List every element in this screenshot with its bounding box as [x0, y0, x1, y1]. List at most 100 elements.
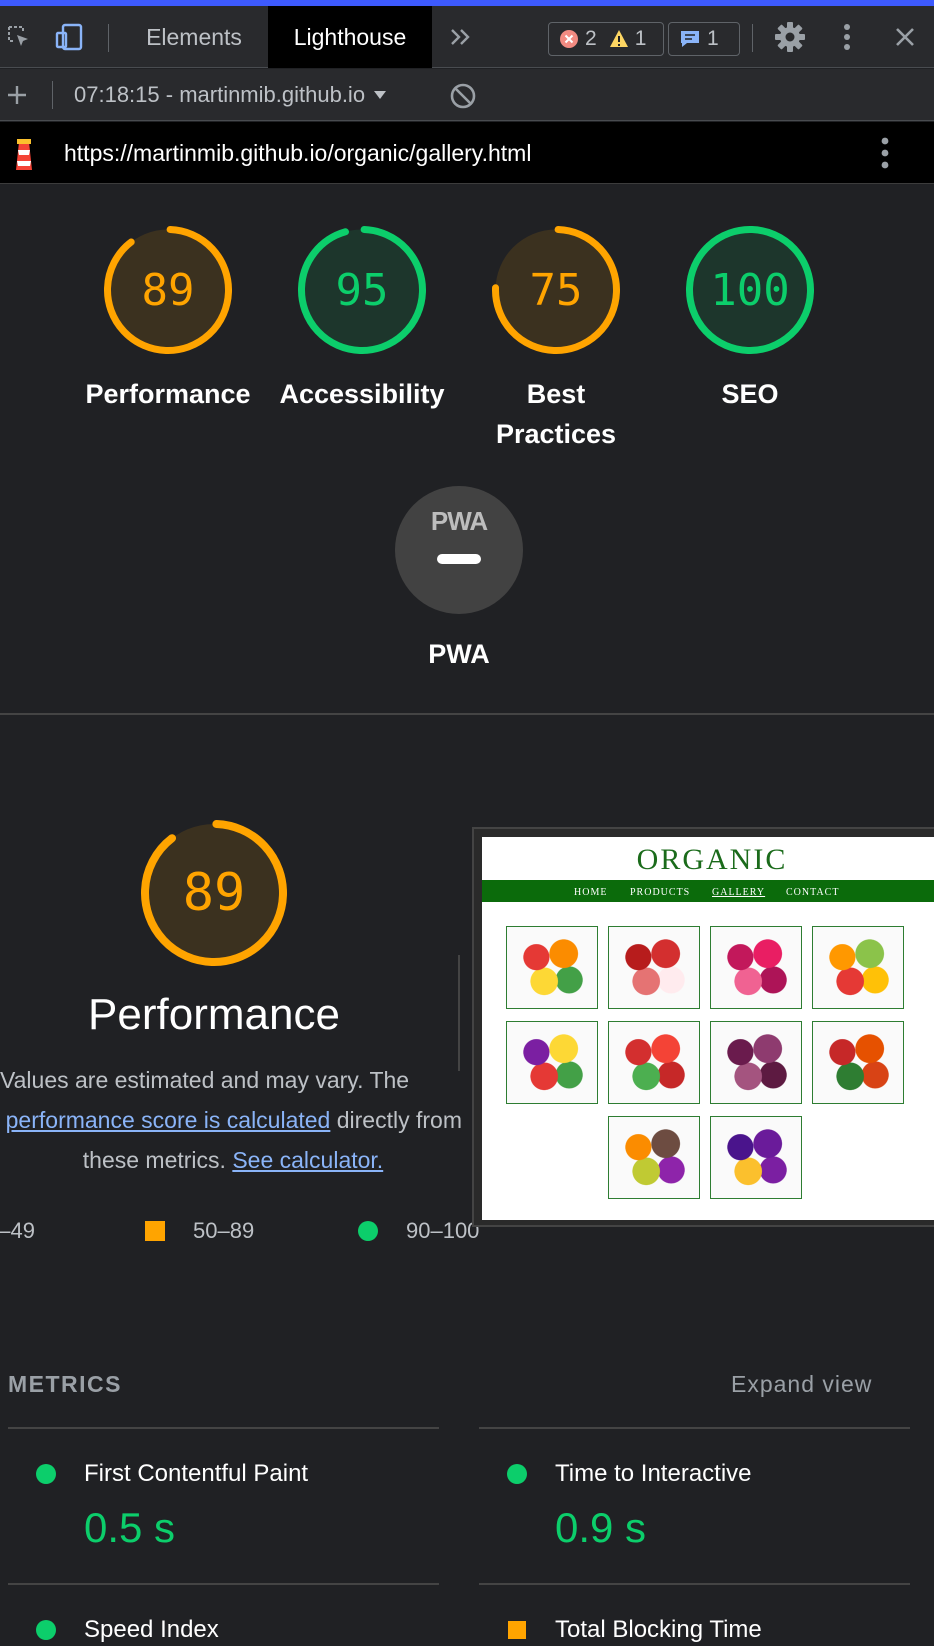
- performance-note-line: these metrics. See calculator.: [0, 1140, 462, 1180]
- clear-block-icon[interactable]: [448, 81, 478, 111]
- chevrons-right-icon[interactable]: [440, 6, 480, 68]
- report-menu-icon[interactable]: [870, 136, 900, 170]
- site-nav-item: CONTACT: [786, 887, 840, 898]
- site-title: ORGANIC: [636, 843, 788, 876]
- square-average-icon: [145, 1221, 165, 1241]
- performance-note-text: these metrics.: [82, 1147, 226, 1173]
- performance-gauge-small[interactable]: 89: [104, 226, 232, 354]
- gallery-thumbnail: [506, 926, 598, 1009]
- category-label-performance[interactable]: Performance: [78, 374, 258, 414]
- legend-label: 50–89: [193, 1218, 255, 1243]
- close-icon[interactable]: [888, 6, 922, 68]
- metric-divider: [8, 1427, 439, 1429]
- best-practices-gauge-score: 75: [529, 264, 583, 316]
- final-screenshot-frame[interactable]: ORGANIC HOME PRODUCTS GALLERY CONTACT: [472, 827, 934, 1227]
- performance-score-link[interactable]: performance score is calculated: [6, 1107, 331, 1133]
- legend-label: 90–100: [406, 1218, 480, 1243]
- report-url: https://martinmib.github.io/organic/gall…: [64, 139, 532, 166]
- seo-gauge[interactable]: 100: [686, 226, 814, 354]
- legend-pass: 90–100: [358, 1218, 479, 1244]
- performance-gauge-large-score: 89: [182, 863, 246, 923]
- category-label-pwa[interactable]: PWA: [369, 634, 549, 674]
- site-nav-item: PRODUCTS: [630, 887, 691, 898]
- pwa-badge[interactable]: PWA: [395, 486, 523, 614]
- warning-count: 1: [634, 27, 647, 50]
- gallery-thumbnail: [608, 1116, 700, 1199]
- gallery-thumbnail: [710, 1116, 802, 1199]
- performance-note-line: Values are estimated and may vary. The: [0, 1067, 410, 1093]
- best-practices-gauge[interactable]: 75: [492, 226, 620, 354]
- performance-gauge-large[interactable]: 89: [141, 820, 287, 966]
- metrics-heading: METRICS: [8, 1371, 122, 1397]
- lighthouse-report-bar: 07:18:15 - martinmib.github.io: [0, 69, 934, 121]
- performance-title: Performance: [88, 990, 340, 1039]
- gear-icon[interactable]: [770, 6, 810, 68]
- category-label-seo[interactable]: SEO: [660, 374, 840, 414]
- issues-counter[interactable]: 2 1: [548, 22, 664, 56]
- expand-view-toggle[interactable]: Expand view: [731, 1371, 872, 1398]
- pwa-badge-text: PWA: [430, 506, 488, 536]
- performance-note-line: performance score is calculated directly…: [0, 1100, 462, 1140]
- metric-divider: [479, 1583, 910, 1585]
- separator: [108, 24, 109, 52]
- separator: [752, 24, 753, 52]
- metric-name-tti: Time to Interactive: [555, 1460, 752, 1487]
- circle-pass-icon: [358, 1221, 378, 1241]
- message-icon: [679, 29, 701, 49]
- message-count: 1: [707, 27, 719, 50]
- metric-divider: [479, 1427, 910, 1429]
- gallery-thumbnail: [608, 1021, 700, 1104]
- category-label-line: Best: [526, 379, 586, 409]
- pass-dot-icon: [36, 1464, 56, 1484]
- metric-name-fcp: First Contentful Paint: [84, 1460, 309, 1487]
- gallery-thumbnail: [710, 926, 802, 1009]
- tab-elements[interactable]: Elements: [121, 6, 267, 68]
- gallery-thumbnail: [608, 926, 700, 1009]
- pass-dot-icon: [36, 1620, 56, 1640]
- gallery-thumbnail: [710, 1021, 802, 1104]
- error-count: 2: [585, 27, 597, 50]
- average-square-icon: [508, 1621, 526, 1639]
- site-nav-item: GALLERY: [712, 887, 766, 898]
- category-label-accessibility[interactable]: Accessibility: [272, 374, 452, 414]
- metric-value-tti: 0.9 s: [555, 1504, 647, 1551]
- plus-icon[interactable]: [0, 69, 34, 121]
- messages-counter[interactable]: 1: [668, 22, 740, 56]
- report-select-value: 07:18:15 - martinmib.github.io: [74, 82, 366, 107]
- vertical-divider: [458, 955, 460, 1071]
- score-legend: 0–49 50–89 90–100: [0, 1218, 488, 1248]
- category-label-best-practices[interactable]: Best Practices: [466, 374, 646, 454]
- category-label-line: Practices: [495, 419, 617, 449]
- device-toolbar-icon[interactable]: [50, 6, 90, 68]
- metric-value-fcp: 0.5 s: [84, 1504, 176, 1551]
- accessibility-gauge[interactable]: 95: [298, 226, 426, 354]
- performance-gauge-small-score: 89: [141, 264, 195, 316]
- report-select[interactable]: 07:18:15 - martinmib.github.io: [74, 69, 387, 121]
- performance-note: Values are estimated and may vary. The p…: [0, 1060, 462, 1180]
- final-screenshot: ORGANIC HOME PRODUCTS GALLERY CONTACT: [482, 837, 934, 1220]
- error-icon: [559, 29, 579, 49]
- site-nav: HOME PRODUCTS GALLERY CONTACT: [482, 880, 934, 902]
- report-url-bar: https://martinmib.github.io/organic/gall…: [0, 122, 934, 184]
- more-options-icon[interactable]: [830, 6, 864, 68]
- lighthouse-logo-icon: [10, 136, 38, 177]
- dropdown-arrow-icon: [373, 90, 387, 100]
- pass-dot-icon: [507, 1464, 527, 1484]
- warning-icon: [609, 29, 629, 49]
- performance-note-text: directly from: [336, 1107, 462, 1133]
- separator: [52, 81, 53, 109]
- inspect-element-icon[interactable]: [0, 6, 38, 68]
- metric-name-speed-index: Speed Index: [84, 1616, 219, 1643]
- legend-average: 50–89: [145, 1218, 254, 1244]
- tab-lighthouse[interactable]: Lighthouse: [268, 6, 432, 68]
- devtools-toolbar: Elements Lighthouse 2 1 1: [0, 6, 934, 68]
- gallery-thumbnail: [812, 926, 904, 1009]
- gallery-thumbnail: [506, 1021, 598, 1104]
- site-nav-item: HOME: [574, 887, 608, 898]
- legend-fail: 0–49: [0, 1218, 35, 1244]
- seo-gauge-score: 100: [710, 264, 790, 316]
- see-calculator-link[interactable]: See calculator.: [232, 1147, 383, 1173]
- metric-name-tbt: Total Blocking Time: [555, 1616, 762, 1643]
- accessibility-gauge-score: 95: [335, 264, 389, 316]
- legend-label: 0–49: [0, 1218, 35, 1243]
